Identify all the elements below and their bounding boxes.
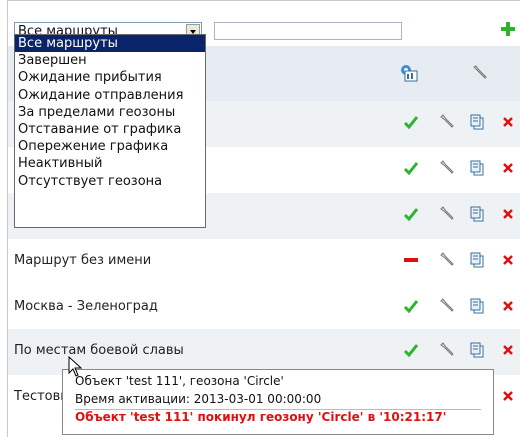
delete-icon[interactable] <box>500 160 516 176</box>
route-status-dropdown: Все маршруты Завершен Ожидание прибытия … <box>14 34 206 228</box>
check-icon <box>403 116 419 130</box>
tooltip-alert-line: Объект 'test 111' покинул геозону 'Circl… <box>75 410 447 424</box>
dropdown-option[interactable]: Ожидание прибытия <box>15 69 205 86</box>
edit-wrench-icon[interactable] <box>439 206 455 222</box>
dropdown-option[interactable]: Все маршруты <box>15 35 205 53</box>
check-icon <box>403 300 419 314</box>
wrench-icon <box>473 65 487 79</box>
copy-icon[interactable] <box>469 342 485 358</box>
copy-icon[interactable] <box>469 114 485 130</box>
check-icon <box>403 344 419 358</box>
edit-wrench-icon[interactable] <box>439 160 455 176</box>
edit-wrench-icon[interactable] <box>439 298 455 314</box>
mouse-cursor-icon <box>68 356 83 377</box>
inactive-dash-icon <box>404 258 418 262</box>
delete-icon[interactable] <box>500 342 516 358</box>
add-route-button[interactable] <box>500 21 516 37</box>
delete-icon[interactable] <box>500 388 516 404</box>
copy-icon[interactable] <box>469 252 485 268</box>
copy-icon[interactable] <box>469 160 485 176</box>
copy-icon[interactable] <box>469 298 485 314</box>
dropdown-option[interactable]: За пределами геозоны <box>15 104 205 121</box>
dropdown-option[interactable]: Отсутствует геозона <box>15 173 205 190</box>
dropdown-option[interactable]: Опережение графика <box>15 138 205 155</box>
delete-icon[interactable] <box>500 114 516 130</box>
check-icon <box>403 208 419 222</box>
route-name: Москва - Зеленоград <box>14 299 158 314</box>
dropdown-option[interactable]: Отставание от графика <box>15 121 205 138</box>
route-map-icon <box>401 65 418 82</box>
edit-wrench-icon[interactable] <box>439 252 455 268</box>
route-name: Маршрут без имени <box>14 253 152 268</box>
delete-icon[interactable] <box>500 252 516 268</box>
delete-icon[interactable] <box>500 298 516 314</box>
tooltip-activation-line: Время активации: 2013-03-01 00:00:00 <box>75 392 322 406</box>
dropdown-option[interactable]: Завершен <box>15 52 205 69</box>
route-name: По местам боевой славы <box>14 343 184 358</box>
dropdown-option[interactable]: Ожидание отправления <box>15 87 205 104</box>
copy-icon[interactable] <box>469 206 485 222</box>
delete-icon[interactable] <box>500 206 516 222</box>
tooltip-object-line: Объект 'test 111', геозона 'Circle' <box>75 374 284 388</box>
geofence-tooltip: Объект 'test 111', геозона 'Circle' Врем… <box>62 369 494 435</box>
search-input[interactable] <box>214 22 402 40</box>
dropdown-option[interactable]: Неактивный <box>15 155 205 172</box>
table-row: Москва - Зеленоград <box>8 285 520 331</box>
edit-wrench-icon[interactable] <box>439 114 455 130</box>
edit-wrench-icon[interactable] <box>439 342 455 358</box>
check-icon <box>403 162 419 176</box>
table-row: Маршрут без имени <box>8 239 520 285</box>
